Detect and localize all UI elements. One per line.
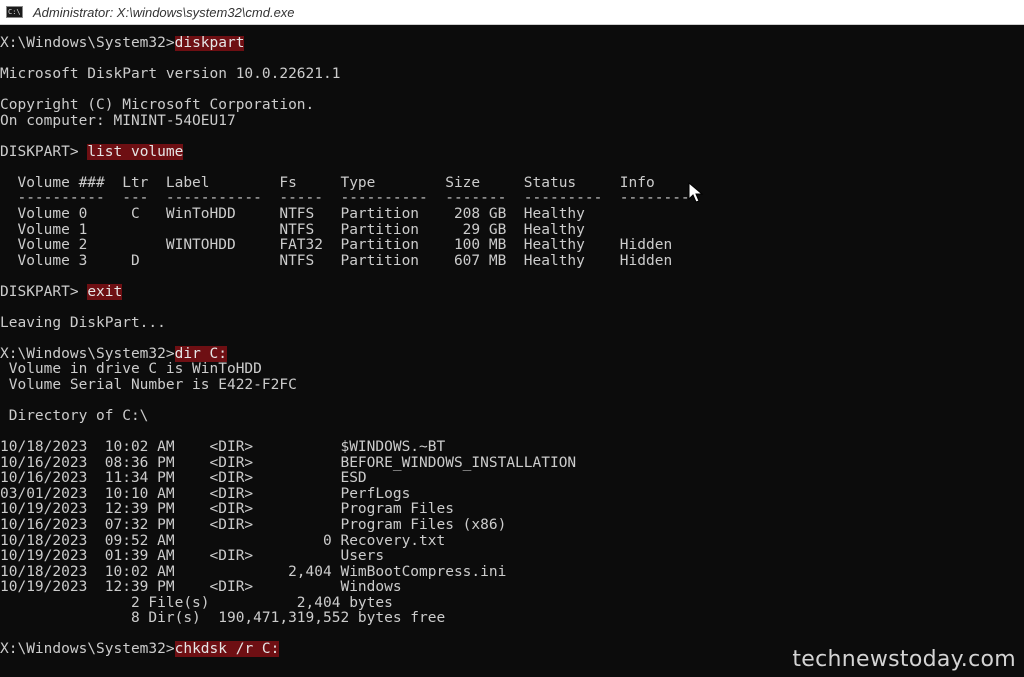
command-text: dir C: xyxy=(174,345,227,362)
output-line: 10/16/2023 08:36 PM <DIR> BEFORE_WINDOWS… xyxy=(0,454,577,471)
output-line: 10/19/2023 12:39 PM <DIR> Program Files xyxy=(0,501,454,518)
output-line: ---------- --- ----------- ----- -------… xyxy=(0,190,690,207)
prompt: X:\Windows\System32> xyxy=(0,345,175,362)
output-line: Volume ### Ltr Label Fs Type Size Status… xyxy=(0,174,655,191)
command-text: chkdsk /r C: xyxy=(174,641,280,658)
command-line: X:\Windows\System32>diskpart xyxy=(0,36,1024,52)
cmd-console-icon: C:\ xyxy=(6,6,23,18)
command-line: DISKPART> exit xyxy=(0,283,1024,301)
console-output[interactable]: X:\Windows\System32>diskpart Microsoft Di… xyxy=(0,36,1024,677)
output-line: Volume Serial Number is E422-F2FC xyxy=(0,377,297,394)
output-line: 10/19/2023 01:39 AM <DIR> Users xyxy=(0,548,385,565)
output-line: 2 File(s) 2,404 bytes xyxy=(0,594,393,611)
output-line: 10/19/2023 12:39 PM <DIR> Windows xyxy=(0,579,402,596)
output-line: 10/18/2023 09:52 AM 0 Recovery.txt xyxy=(0,532,446,549)
output-line: Volume 1 NTFS Partition 29 GB Healthy xyxy=(0,221,585,238)
output-line: Volume in drive C is WinToHDD xyxy=(0,361,262,378)
command-text: diskpart xyxy=(174,36,245,51)
prompt: X:\Windows\System32> xyxy=(0,36,175,51)
command-line: DISKPART> list volume xyxy=(0,143,1024,161)
output-line: 10/18/2023 10:02 AM <DIR> $WINDOWS.~BT xyxy=(0,439,446,456)
window-titlebar[interactable]: C:\ Administrator: X:\windows\system32\c… xyxy=(0,0,1024,25)
output-line: Copyright (C) Microsoft Corporation. xyxy=(0,97,315,114)
prompt: X:\Windows\System32> xyxy=(0,641,175,658)
prompt: DISKPART> xyxy=(0,143,88,160)
prompt: DISKPART> xyxy=(0,283,88,300)
output-line: Volume 2 WINTOHDD FAT32 Partition 100 MB… xyxy=(0,237,673,254)
command-text: exit xyxy=(87,283,123,300)
output-line: Volume 3 D NTFS Partition 607 MB Healthy… xyxy=(0,252,673,269)
command-line: X:\Windows\System32>dir C: xyxy=(0,345,1024,363)
mouse-pointer-icon xyxy=(688,182,704,203)
watermark: technewstoday.com xyxy=(792,647,1016,672)
output-line: 10/16/2023 11:34 PM <DIR> ESD xyxy=(0,470,367,487)
command-text: list volume xyxy=(87,143,184,160)
output-line: 10/18/2023 10:02 AM 2,404 WimBootCompres… xyxy=(0,563,507,580)
output-line: Directory of C:\ xyxy=(0,408,149,425)
output-line: Microsoft DiskPart version 10.0.22621.1 xyxy=(0,66,341,83)
output-line: Volume 0 C WinToHDD NTFS Partition 208 G… xyxy=(0,206,585,223)
output-line: Leaving DiskPart... xyxy=(0,314,166,331)
window-title: Administrator: X:\windows\system32\cmd.e… xyxy=(33,4,295,20)
output-line: 8 Dir(s) 190,471,319,552 bytes free xyxy=(0,610,446,627)
output-line: On computer: MININT-54OEU17 xyxy=(0,112,236,129)
output-line: 03/01/2023 10:10 AM <DIR> PerfLogs xyxy=(0,485,411,502)
output-line: 10/16/2023 07:32 PM <DIR> Program Files … xyxy=(0,516,507,533)
